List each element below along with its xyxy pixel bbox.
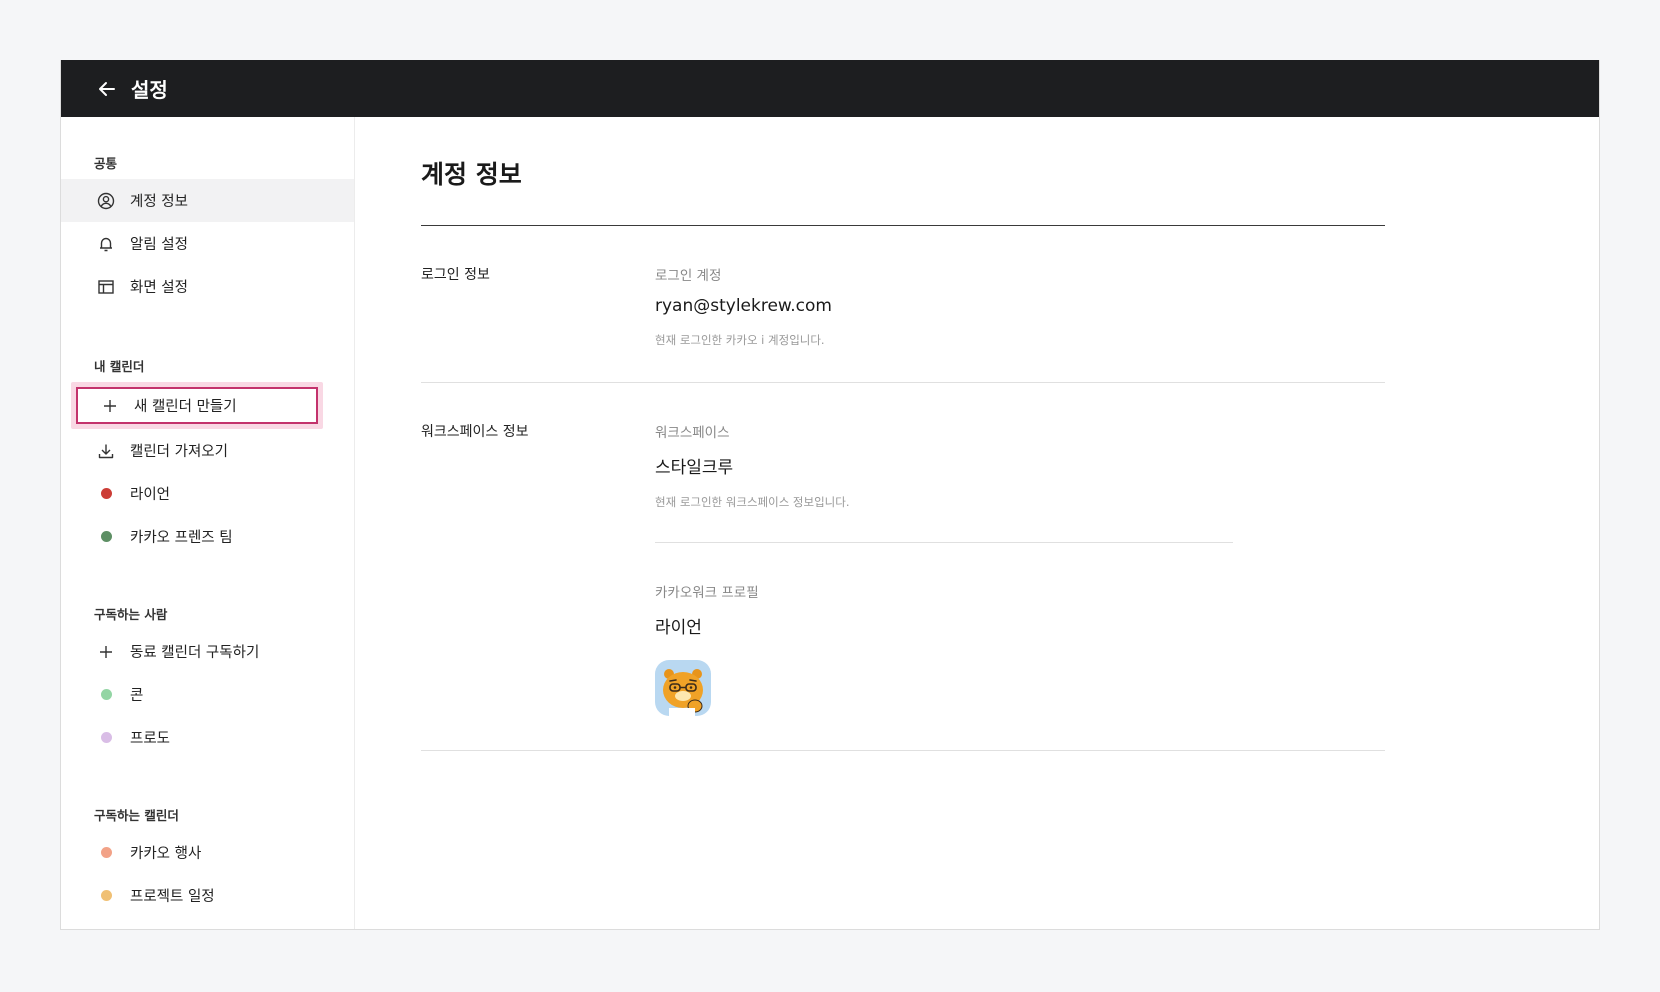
sidebar-item-subscribe-colleague[interactable]: 동료 캘린더 구독하기 xyxy=(61,630,354,673)
download-icon xyxy=(96,441,116,461)
sidebar-section-common: 공통 xyxy=(94,156,118,171)
workspace-info-section: 워크스페이스 정보 워크스페이스 스타일크루 현재 로그인한 워크스페이스 정보… xyxy=(421,383,1385,750)
sidebar-item-kakao-events[interactable]: 카카오 행사 xyxy=(61,831,354,874)
calendar-color-dot xyxy=(96,484,116,504)
sidebar-item-import-calendar[interactable]: 캘린더 가져오기 xyxy=(61,429,354,472)
highlight-frame: 새 캘린더 만들기 xyxy=(71,382,323,429)
sidebar-item-label: 계정 정보 xyxy=(130,194,188,210)
page-title: 계정 정보 xyxy=(421,160,522,189)
plus-icon xyxy=(96,642,116,662)
section-label: 워크스페이스 정보 xyxy=(421,424,529,440)
sidebar-item-label: 라이언 xyxy=(130,487,171,503)
login-account-label: 로그인 계정 xyxy=(655,268,722,284)
plus-icon xyxy=(100,396,120,416)
sidebar-item-label: 프로젝트 일정 xyxy=(130,889,215,905)
calendar-color-dot xyxy=(96,685,116,705)
sidebar-item-new-calendar[interactable]: 새 캘린더 만들기 xyxy=(76,387,318,424)
workspace-label: 워크스페이스 xyxy=(655,425,730,441)
calendar-color-dot xyxy=(96,527,116,547)
main-content: 계정 정보 로그인 정보 로그인 계정 ryan@stylekrew.com 현… xyxy=(355,117,1599,929)
login-account-value: ryan@stylekrew.com xyxy=(655,296,832,316)
sidebar-item-person-frodo[interactable]: 프로도 xyxy=(61,716,354,759)
settings-window: 설정 공통 계정 정보 알림 설정 화면 설정 내 캘린더 새 캘린더 만들기 … xyxy=(60,60,1600,930)
sidebar-item-label: 화면 설정 xyxy=(130,280,188,296)
sidebar-item-account-info[interactable]: 계정 정보 xyxy=(61,179,354,222)
section-divider xyxy=(421,750,1385,751)
sidebar-item-calendar-ryan[interactable]: 라이언 xyxy=(61,472,354,515)
avatar xyxy=(655,660,711,716)
field-divider xyxy=(655,542,1233,543)
sidebar-item-label: 카카오 행사 xyxy=(130,846,202,862)
page-header-title: 설정 xyxy=(131,78,168,102)
sidebar: 공통 계정 정보 알림 설정 화면 설정 내 캘린더 새 캘린더 만들기 캘린더… xyxy=(61,117,355,929)
login-info-section: 로그인 정보 로그인 계정 ryan@stylekrew.com 현재 로그인한… xyxy=(421,226,1385,382)
sidebar-item-calendar-kakao-friends-team[interactable]: 카카오 프렌즈 팀 xyxy=(61,515,354,558)
sidebar-item-label: 새 캘린더 만들기 xyxy=(134,399,237,415)
title-bar: 설정 xyxy=(61,60,1599,117)
sidebar-item-notification-settings[interactable]: 알림 설정 xyxy=(61,222,354,265)
calendar-color-dot xyxy=(96,886,116,906)
ryan-character-icon xyxy=(663,669,703,716)
sidebar-section-subscribed-calendars: 구독하는 캘린더 xyxy=(94,808,179,823)
sidebar-item-label: 동료 캘린더 구독하기 xyxy=(130,645,260,661)
layout-icon xyxy=(96,277,116,297)
sidebar-item-display-settings[interactable]: 화면 설정 xyxy=(61,265,354,308)
workspace-value: 스타일크루 xyxy=(655,458,734,478)
sidebar-item-project-schedule[interactable]: 프로젝트 일정 xyxy=(61,874,354,917)
arrow-left-icon xyxy=(99,81,115,96)
calendar-color-dot xyxy=(96,843,116,863)
back-button[interactable] xyxy=(93,75,121,103)
sidebar-item-label: 캘린더 가져오기 xyxy=(130,444,228,460)
profile-label: 카카오워크 프로필 xyxy=(655,585,759,601)
sidebar-item-label: 콘 xyxy=(130,688,144,704)
sidebar-section-my-calendars: 내 캘린더 xyxy=(94,359,145,374)
sidebar-item-label: 카카오 프렌즈 팀 xyxy=(130,530,233,546)
sidebar-item-label: 프로도 xyxy=(130,731,171,747)
bell-icon xyxy=(96,234,116,254)
user-circle-icon xyxy=(96,191,116,211)
sidebar-section-subscribed-people: 구독하는 사람 xyxy=(94,607,168,622)
sidebar-item-person-con[interactable]: 콘 xyxy=(61,673,354,716)
section-label: 로그인 정보 xyxy=(421,267,490,283)
workspace-help: 현재 로그인한 워크스페이스 정보입니다. xyxy=(655,495,850,509)
calendar-color-dot xyxy=(96,728,116,748)
profile-name: 라이언 xyxy=(655,618,702,638)
login-account-help: 현재 로그인한 카카오 i 계정입니다. xyxy=(655,333,825,347)
sidebar-item-label: 알림 설정 xyxy=(130,237,188,253)
